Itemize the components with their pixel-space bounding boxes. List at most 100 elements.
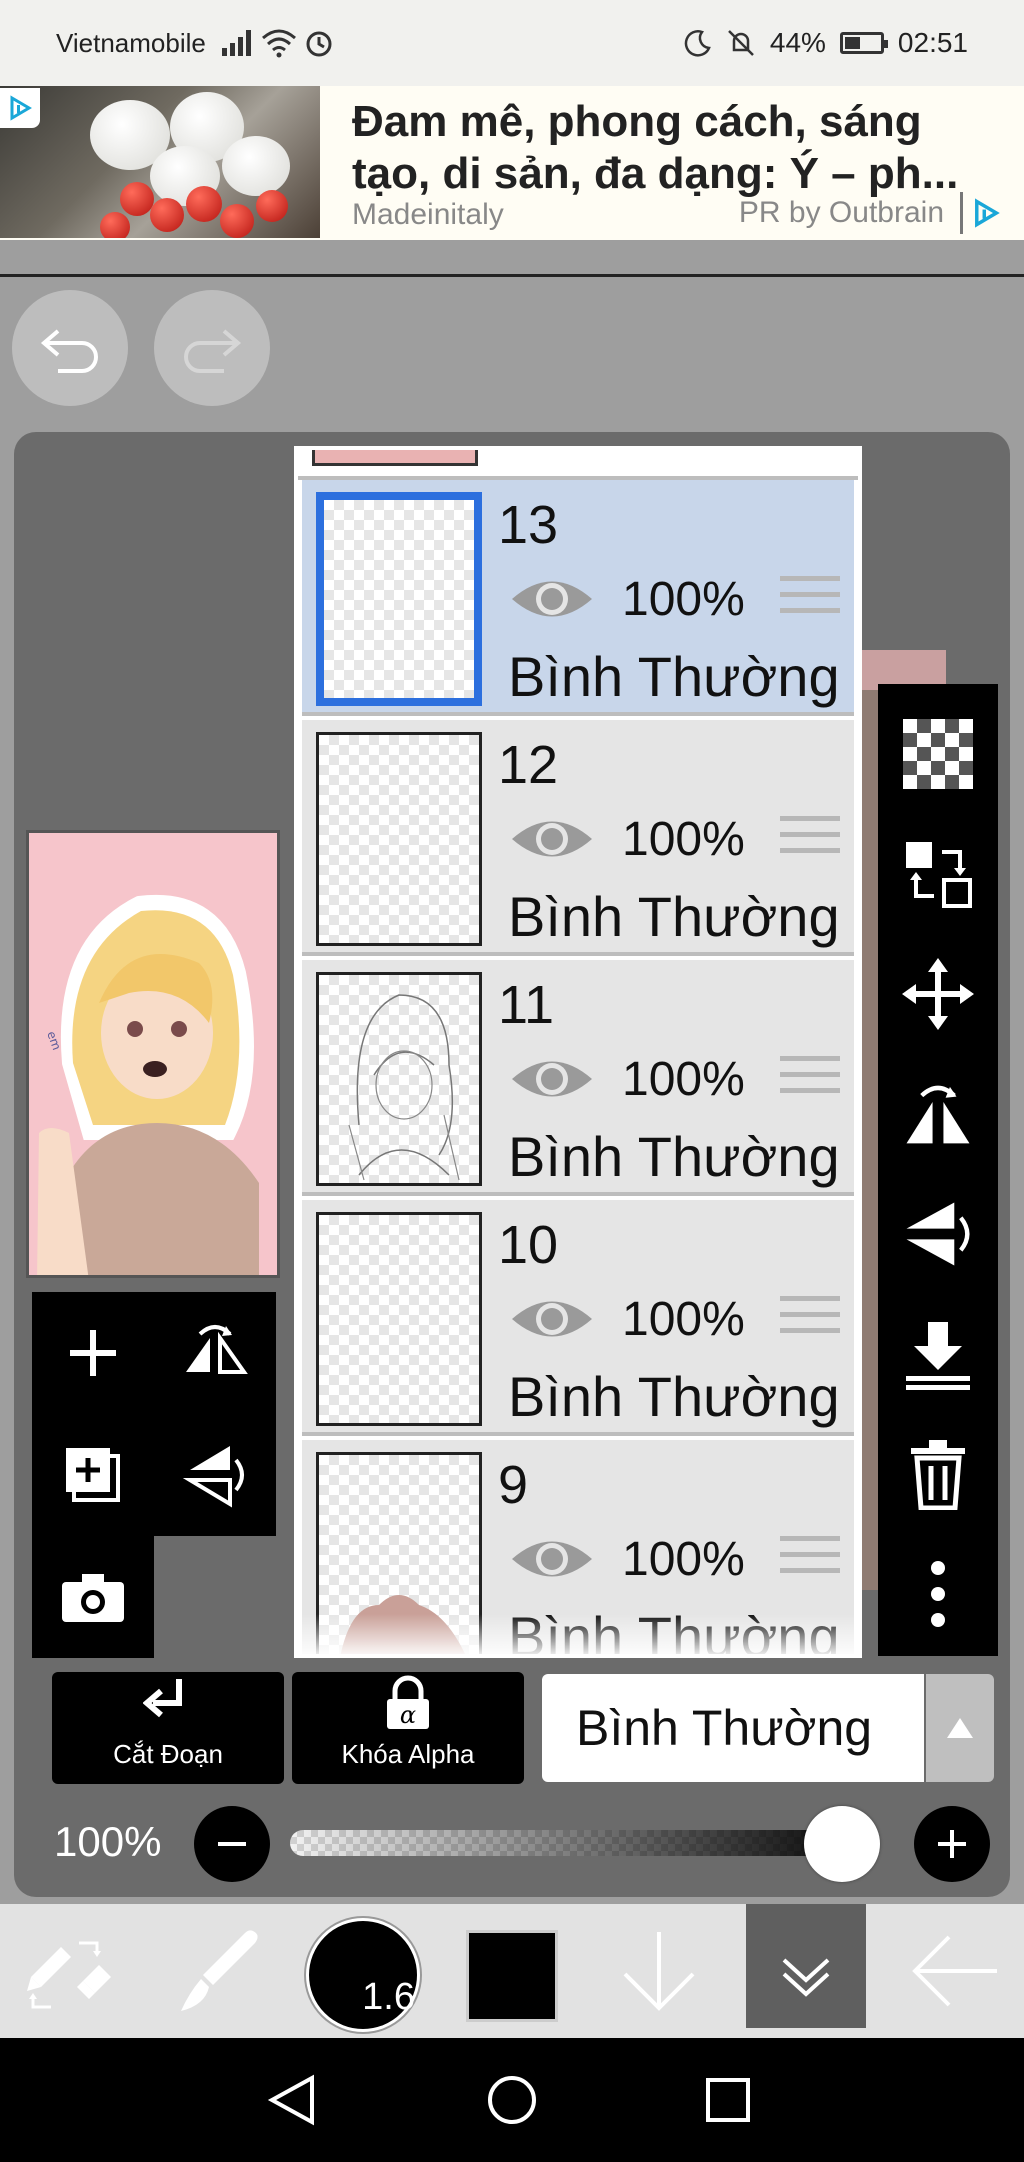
redo-button[interactable]	[154, 290, 270, 406]
status-bar: Vietnamobile 44% 02:51	[0, 0, 1024, 86]
triangle-up-icon	[947, 1718, 973, 1738]
triangle-back-icon	[267, 2074, 314, 2126]
ad-banner[interactable]: Đam mê, phong cách, sáng tạo, di sản, đa…	[0, 86, 1024, 240]
outbrain-icon[interactable]	[960, 192, 1008, 234]
visibility-eye-icon[interactable]	[510, 814, 594, 864]
brush-tool-button[interactable]	[162, 1904, 272, 2038]
undo-button[interactable]	[12, 290, 128, 406]
visibility-eye-icon[interactable]	[510, 1534, 594, 1584]
right-toolbar	[878, 684, 998, 1656]
carrier-name: Vietnamobile	[56, 27, 206, 58]
clipping-button[interactable]: Cắt Đoạn	[52, 1672, 284, 1784]
signal-icon	[221, 30, 251, 56]
drag-handle-icon[interactable]	[780, 816, 840, 860]
opacity-slider-thumb[interactable]	[804, 1806, 880, 1882]
opacity-label: 100%	[54, 1818, 162, 1865]
nav-recents-button[interactable]	[668, 2038, 788, 2162]
checkerboard-icon	[903, 719, 973, 789]
alpha-lock-label: Khóa Alpha	[341, 1739, 475, 1769]
layer-number: 9	[498, 1455, 529, 1515]
opacity-increase-button[interactable]	[914, 1806, 990, 1882]
ad-provider[interactable]: PR by Outbrain	[739, 196, 944, 230]
tool-switch-button[interactable]	[14, 1904, 124, 2038]
blend-mode-dropdown-button[interactable]	[926, 1674, 994, 1782]
layer-thumbnail-partial	[312, 450, 478, 466]
layer-row[interactable]: 11 100% Bình Thường	[302, 960, 854, 1196]
minus-icon	[218, 1842, 246, 1846]
camera-button[interactable]	[32, 1536, 154, 1658]
alpha-lock-button[interactable]: α Khóa Alpha	[292, 1672, 524, 1784]
scroll-fade	[298, 1614, 858, 1654]
layer-row[interactable]: 10 100% Bình Thường	[302, 1200, 854, 1436]
flip-horizontal-layer-button[interactable]	[878, 1054, 998, 1174]
ad-title[interactable]: Đam mê, phong cách, sáng tạo, di sản, đa…	[352, 96, 1002, 200]
merge-down-button[interactable]	[878, 1294, 998, 1414]
battery-percent: 44%	[769, 27, 826, 58]
flip-horizontal-button[interactable]	[154, 1292, 276, 1414]
battery-icon	[839, 32, 888, 54]
blend-mode-value: Bình Thường	[576, 1700, 873, 1756]
color-swatch[interactable]	[466, 1930, 558, 2022]
system-nav-bar	[0, 2038, 1024, 2162]
drag-handle-icon[interactable]	[780, 1056, 840, 1100]
layer-row[interactable]: 12 100% Bình Thường	[302, 720, 854, 956]
layer-opacity: 100%	[622, 1053, 745, 1106]
opacity-decrease-button[interactable]	[194, 1806, 270, 1882]
more-options-button[interactable]	[878, 1534, 998, 1654]
transparent-fill-button[interactable]	[878, 694, 998, 814]
left-tool-grid	[32, 1292, 276, 1658]
nav-home-button[interactable]	[452, 2038, 572, 2162]
ad-image[interactable]	[0, 86, 320, 238]
layer-opacity: 100%	[622, 813, 745, 866]
clipping-label: Cắt Đoạn	[113, 1739, 223, 1769]
canvas-thumbnail[interactable]: em	[26, 830, 280, 1278]
alarm-icon	[306, 31, 332, 57]
drag-handle-icon[interactable]	[780, 1296, 840, 1340]
moon-icon	[684, 30, 711, 57]
opacity-slider[interactable]	[290, 1830, 870, 1856]
duplicate-layer-button[interactable]	[32, 1414, 154, 1536]
layer-blend-mode: Bình Thường	[508, 1125, 840, 1188]
layer-row[interactable]: 13 100% Bình Thường	[302, 480, 854, 716]
move-button[interactable]	[878, 934, 998, 1054]
camera-icon	[62, 1574, 124, 1622]
layer-thumbnail[interactable]	[316, 732, 482, 946]
merge-down-icon	[906, 1322, 970, 1390]
blend-mode-select[interactable]: Bình Thường	[542, 1674, 924, 1782]
layers-list[interactable]: 13 100% Bình Thường 12 100% Bình Thường …	[294, 446, 862, 1658]
flip-vertical-button[interactable]	[154, 1414, 276, 1536]
layer-number: 12	[498, 735, 559, 795]
layer-thumbnail[interactable]	[316, 972, 482, 1186]
wifi-icon	[261, 29, 296, 58]
layers-button[interactable]	[746, 1904, 866, 2028]
plus-icon	[938, 1830, 966, 1858]
visibility-eye-icon[interactable]	[510, 574, 594, 624]
drag-handle-icon[interactable]	[780, 1536, 840, 1580]
layer-thumbnail[interactable]	[316, 492, 482, 706]
brush-size-button[interactable]: 1.6	[306, 1918, 420, 2032]
brush-size-value: 1.6	[362, 1976, 415, 2018]
back-button[interactable]	[900, 1904, 1010, 2038]
circle-home-icon	[488, 2076, 536, 2124]
add-layer-button[interactable]	[32, 1292, 154, 1414]
layer-number: 10	[498, 1215, 559, 1275]
more-vertical-icon	[931, 1561, 945, 1627]
layer-thumbnail[interactable]	[316, 1212, 482, 1426]
layer-opacity: 100%	[622, 573, 745, 626]
flip-vertical-layer-button[interactable]	[878, 1174, 998, 1294]
delete-layer-button[interactable]	[878, 1414, 998, 1534]
swap-layer-button[interactable]	[878, 814, 998, 934]
chevron-double-down-icon	[782, 1958, 830, 1997]
layer-number: 11	[498, 975, 555, 1035]
layer-blend-mode: Bình Thường	[508, 1365, 840, 1428]
visibility-eye-icon[interactable]	[510, 1294, 594, 1344]
divider	[0, 274, 1024, 277]
drag-handle-icon[interactable]	[780, 576, 840, 620]
nav-back-button[interactable]	[232, 2038, 352, 2162]
pen-eraser-icon	[27, 1941, 111, 2009]
lock-icon: α	[387, 1675, 429, 1729]
visibility-eye-icon[interactable]	[510, 1054, 594, 1104]
adchoices-icon[interactable]	[0, 88, 40, 128]
move-down-button[interactable]	[606, 1904, 712, 2038]
mute-icon	[727, 30, 754, 56]
